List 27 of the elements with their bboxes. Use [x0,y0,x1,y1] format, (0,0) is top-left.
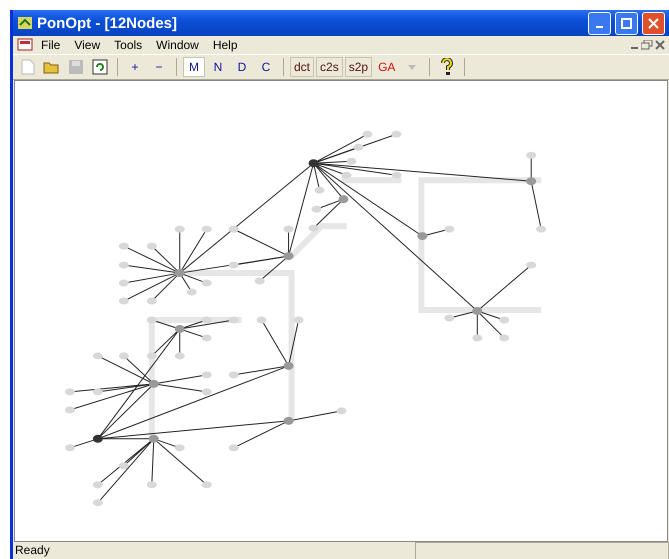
close-icon[interactable] [655,40,665,50]
close-icon [648,18,659,28]
mode-button[interactable]: D [231,57,253,77]
menu-item[interactable]: File [35,38,66,52]
menu-item[interactable]: View [68,38,106,52]
zoom-button[interactable]: + [124,57,146,77]
tool-button[interactable]: c2s [316,57,343,77]
tool-button[interactable]: GA [374,57,400,77]
tool-button[interactable]: dct [290,57,314,77]
document-icon[interactable] [17,38,33,52]
tool-button[interactable]: s2p [344,57,372,77]
minimize-icon [596,26,603,28]
window-title: PonOpt - [12Nodes] [37,14,178,32]
mode-button[interactable]: C [255,57,277,77]
close-button[interactable] [642,12,665,34]
zoom-button[interactable]: − [148,57,170,77]
restore-icon[interactable] [641,40,653,50]
menu-item[interactable]: Tools [108,38,148,52]
maximize-icon [621,18,632,28]
app-icon [17,15,33,31]
mode-button[interactable]: M [183,57,205,77]
menu-item[interactable]: Window [150,38,205,52]
maximize-button[interactable] [615,12,638,34]
mode-button[interactable]: N [207,57,229,77]
minimize-button[interactable] [588,12,611,34]
status-text: Ready [14,542,51,559]
menu-item[interactable]: Help [206,38,244,52]
